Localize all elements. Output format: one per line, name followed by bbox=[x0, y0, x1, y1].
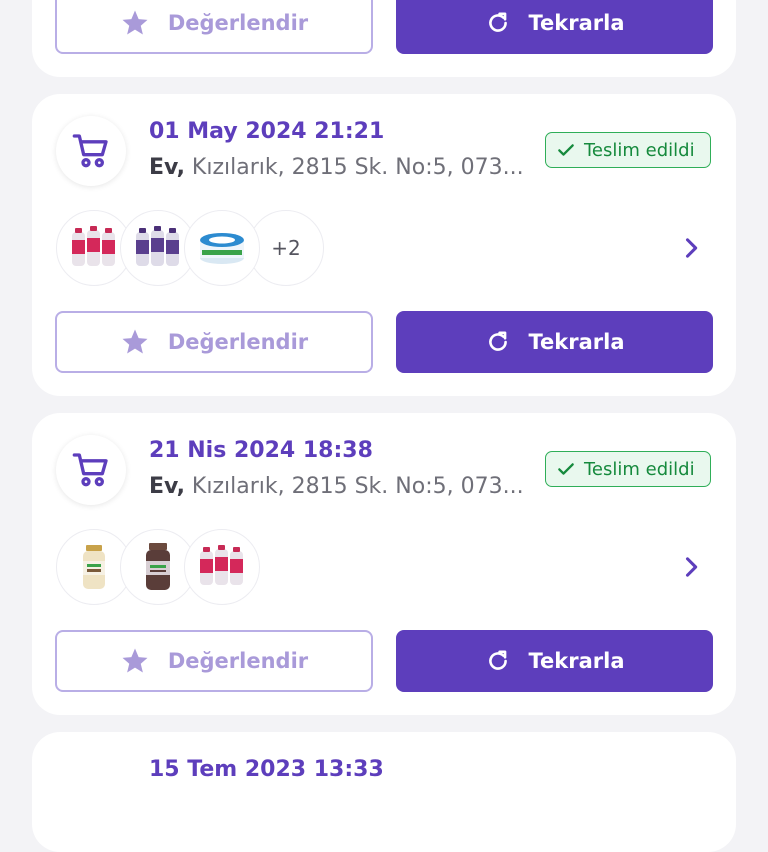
product-image-cream-cheese bbox=[184, 210, 260, 286]
refresh-icon bbox=[488, 650, 507, 670]
order-date: 01 May 2024 21:21 bbox=[149, 119, 385, 144]
delivery-address: Ev, Kızılarık, 2815 Sk. No:5, 073... bbox=[149, 155, 529, 180]
status-badge: Teslim edildi bbox=[545, 451, 711, 487]
shopping-cart-icon bbox=[72, 134, 108, 168]
rate-button-label: Değerlendir bbox=[167, 11, 309, 35]
check-icon bbox=[558, 144, 574, 156]
star-icon bbox=[122, 648, 148, 673]
rate-button[interactable]: Değerlendir bbox=[55, 630, 373, 692]
star-icon bbox=[122, 329, 148, 354]
address-type: Ev, bbox=[149, 155, 185, 180]
check-icon bbox=[558, 463, 574, 475]
status-badge: Teslim edildi bbox=[545, 132, 711, 168]
repeat-button[interactable]: Tekrarla bbox=[396, 0, 713, 54]
product-thumbnails: +2 bbox=[56, 210, 324, 286]
repeat-button-label: Tekrarla bbox=[528, 330, 625, 354]
repeat-button-label: Tekrarla bbox=[528, 11, 625, 35]
repeat-button-label: Tekrarla bbox=[528, 649, 625, 673]
shopping-cart-icon bbox=[72, 453, 108, 487]
address-type: Ev, bbox=[149, 474, 185, 499]
repeat-button[interactable]: Tekrarla bbox=[396, 630, 713, 692]
rate-button[interactable]: Değerlendir bbox=[55, 0, 373, 54]
order-date: 15 Tem 2023 13:33 bbox=[149, 757, 384, 782]
refresh-icon bbox=[488, 331, 507, 351]
star-icon bbox=[122, 10, 148, 35]
order-type-badge bbox=[56, 116, 126, 186]
status-label: Teslim edildi bbox=[584, 458, 695, 480]
address-text: Kızılarık, 2815 Sk. No:5, 073... bbox=[184, 474, 524, 499]
order-card[interactable]: 15 Tem 2023 13:33 bbox=[32, 732, 736, 852]
address-text: Kızılarık, 2815 Sk. No:5, 073... bbox=[184, 155, 524, 180]
refresh-icon bbox=[488, 12, 507, 32]
order-card[interactable]: 21 Nis 2024 18:38 Ev, Kızılarık, 2815 Sk… bbox=[32, 413, 736, 715]
order-card[interactable]: 01 May 2024 21:21 Ev, Kızılarık, 2815 Sk… bbox=[32, 94, 736, 396]
product-thumbnails bbox=[56, 529, 260, 605]
order-card: Değerlendir Tekrarla bbox=[32, 0, 736, 77]
rate-button-label: Değerlendir bbox=[167, 330, 309, 354]
chevron-right-icon[interactable] bbox=[677, 553, 705, 581]
repeat-button[interactable]: Tekrarla bbox=[396, 311, 713, 373]
product-image-kefir-pink bbox=[184, 529, 260, 605]
chevron-right-icon[interactable] bbox=[677, 234, 705, 262]
rate-button[interactable]: Değerlendir bbox=[55, 311, 373, 373]
rate-button-label: Değerlendir bbox=[167, 649, 309, 673]
order-date: 21 Nis 2024 18:38 bbox=[149, 438, 373, 463]
order-type-badge bbox=[56, 435, 126, 505]
status-label: Teslim edildi bbox=[584, 139, 695, 161]
delivery-address: Ev, Kızılarık, 2815 Sk. No:5, 073... bbox=[149, 474, 529, 499]
